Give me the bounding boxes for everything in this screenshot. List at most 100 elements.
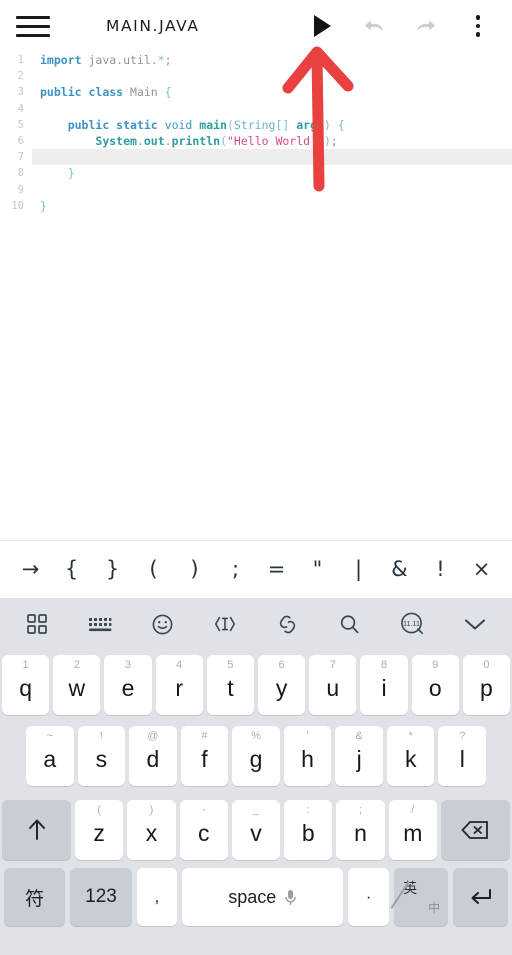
key-r[interactable]: 4r — [155, 655, 203, 715]
keyboard-toolbar: 11.11 — [0, 598, 512, 650]
code-line[interactable]: 4 — [0, 101, 512, 117]
code-token: public — [67, 117, 117, 132]
enter-return-icon — [471, 889, 491, 904]
redo-button[interactable] — [400, 0, 452, 52]
code-line[interactable]: 1 import java.util.*; — [0, 52, 512, 68]
key-letter: a — [43, 745, 57, 772]
key-e[interactable]: 3e — [104, 655, 152, 715]
key-c[interactable]: -c — [179, 800, 228, 860]
key-j[interactable]: & j — [335, 726, 383, 786]
redo-arrow-icon — [417, 20, 436, 31]
code-line[interactable]: 10} — [0, 198, 512, 214]
key-letter: n — [354, 819, 367, 846]
key-u[interactable]: 7u — [309, 655, 357, 715]
key-q[interactable]: 1q — [1, 655, 50, 715]
code-token: String — [233, 117, 276, 132]
key-i[interactable]: 8i — [360, 655, 408, 715]
key-p[interactable]: 0p — [462, 655, 511, 715]
symbols-key[interactable]: 符 — [3, 868, 66, 926]
run-button[interactable] — [296, 0, 348, 52]
code-line[interactable]: 7 — [0, 149, 512, 166]
period-key[interactable]: · — [348, 868, 389, 926]
open-brace-key[interactable]: { — [61, 559, 83, 580]
apps-grid-button[interactable] — [20, 607, 54, 641]
page-title: MAIN.JAVA — [106, 17, 200, 35]
emoji-button[interactable] — [145, 607, 179, 641]
line-number: 8 — [17, 167, 24, 180]
space-key[interactable]: space — [182, 868, 344, 926]
key-d[interactable]: @ d — [129, 726, 177, 786]
play-run-icon — [313, 15, 331, 37]
hamburger-menu-icon[interactable] — [16, 6, 62, 46]
key-hint: 0 — [483, 659, 490, 671]
equals-key[interactable]: = — [266, 559, 288, 580]
key-v[interactable]: _ v — [231, 800, 281, 860]
key-y[interactable]: 6y — [258, 655, 306, 715]
code-line[interactable]: 3 public class Main { — [0, 84, 512, 100]
key-f[interactable]: # f — [180, 726, 229, 786]
line-number: 6 — [17, 135, 24, 148]
pipe-key[interactable]: | — [348, 559, 370, 580]
comma-key[interactable]: , — [136, 868, 178, 926]
key-n[interactable]: ; n — [336, 800, 385, 860]
hide-keyboard-button[interactable] — [458, 607, 492, 641]
key-t[interactable]: 5t — [206, 655, 254, 715]
close-brace-key[interactable]: } — [102, 559, 124, 580]
key-hint: 4 — [176, 659, 183, 671]
clipboard-link-button[interactable] — [270, 607, 304, 641]
tab-symbol-key[interactable]: → — [20, 559, 42, 580]
code-line[interactable]: 6 System.out.println("Hello World!"); — [0, 133, 512, 149]
code-line[interactable]: 2 — [0, 68, 512, 84]
enter-key[interactable] — [453, 868, 509, 926]
semicolon-key[interactable]: ; — [225, 559, 247, 580]
ampersand-key[interactable]: & — [389, 559, 411, 580]
key-z[interactable]: (z — [75, 800, 124, 860]
text-cursor-button[interactable] — [208, 607, 242, 641]
key-g[interactable]: % g — [232, 726, 280, 786]
code-line[interactable]: 5 public static void main(String[] args)… — [0, 117, 512, 133]
key-b[interactable]: :b — [284, 800, 333, 860]
key-m[interactable]: / m — [388, 800, 437, 860]
key-a[interactable]: ~ a — [25, 726, 74, 786]
code-editor[interactable]: 1 import java.util.*; 2 3 public class Main … — [0, 52, 512, 540]
keyboard-row-3-letters: (z) x - c _ v: b; n / m — [75, 800, 437, 860]
search-button[interactable] — [333, 607, 367, 641]
close-symbol-bar-key[interactable]: × — [471, 559, 493, 580]
promo-badge-button[interactable]: 11.11 — [395, 607, 429, 641]
key-w[interactable]: 2w — [53, 655, 101, 715]
shift-arrow-up-icon — [28, 819, 45, 840]
key-s[interactable]: ! s — [77, 726, 126, 786]
key-letter: r — [175, 674, 184, 701]
undo-button[interactable] — [348, 0, 400, 52]
double-quote-key[interactable]: " — [307, 559, 329, 580]
overflow-menu-button[interactable] — [452, 0, 504, 52]
code-token: class — [88, 85, 131, 100]
key-hint: 6 — [278, 659, 285, 671]
code-token: "Hello World!" — [227, 134, 324, 149]
key-letter: k — [404, 745, 417, 772]
code-token: } — [40, 198, 47, 213]
language-toggle-key[interactable]: 英 中 — [390, 868, 449, 926]
numbers-key[interactable]: 123 — [70, 868, 132, 926]
key-hint: & — [355, 730, 363, 742]
key-letter: h — [301, 745, 314, 772]
backspace-key[interactable] — [440, 800, 510, 860]
app-root: MAIN.JAVA 1 import java.util.*; 2 3 publ… — [0, 0, 512, 955]
key-l[interactable]: ? l — [438, 726, 487, 786]
open-paren-key[interactable]: ( — [143, 559, 165, 580]
code-line[interactable]: 9 — [0, 182, 512, 198]
key-x[interactable]: ) x — [127, 800, 176, 860]
close-paren-key[interactable]: ) — [184, 559, 206, 580]
exclamation-key[interactable]: ! — [430, 559, 452, 580]
numbers-key-label: 123 — [85, 886, 117, 907]
code-line[interactable]: 8 } — [0, 165, 512, 181]
key-hint: ? — [459, 730, 466, 742]
key-hint: 3 — [124, 659, 132, 671]
apps-grid-icon — [27, 614, 48, 634]
key-o[interactable]: 9o — [411, 655, 459, 715]
key-h[interactable]: ' h — [283, 726, 332, 786]
keyboard-layout-button[interactable] — [83, 607, 117, 641]
shift-key[interactable] — [2, 800, 72, 860]
key-k[interactable]: * k — [386, 726, 435, 786]
